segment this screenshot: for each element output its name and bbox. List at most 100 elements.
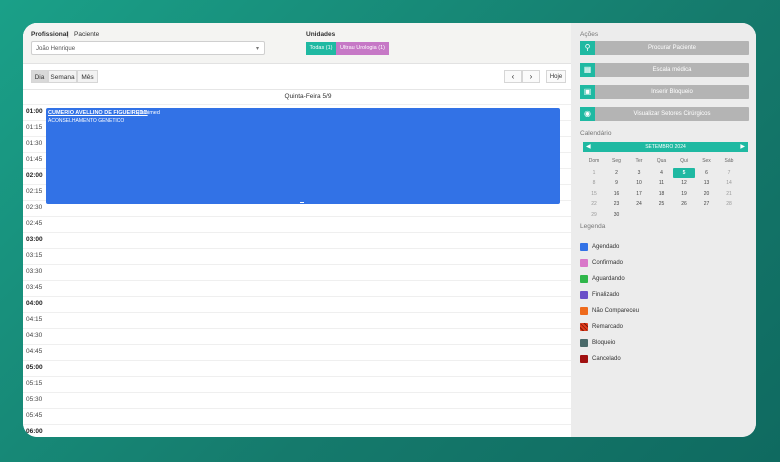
calendar-day[interactable]: 15 <box>583 189 605 199</box>
time-label: 04:15 <box>26 316 43 323</box>
view-week-button[interactable]: Semana <box>48 70 77 83</box>
prev-button[interactable]: ‹ <box>504 70 522 83</box>
time-label: 04:00 <box>26 300 43 307</box>
calendar-day[interactable]: 26 <box>673 199 695 209</box>
next-month-icon[interactable]: ▶ <box>740 142 745 152</box>
calendar-day[interactable]: 22 <box>583 199 605 209</box>
view-month-button[interactable]: Mês <box>77 70 98 83</box>
weekday-label: Qua <box>656 158 667 164</box>
surgical-sectors-button[interactable]: ◉ Visualizar Setores Cirúrgicos <box>580 107 749 121</box>
calendar-day[interactable]: 14 <box>718 178 740 188</box>
schedule-panel: Profissional | Paciente João Henrique ▾ … <box>23 23 571 437</box>
calendar-day[interactable]: 12 <box>673 178 695 188</box>
calendar-day[interactable]: 2 <box>606 168 628 178</box>
insert-block-label: Inserir Bloqueio <box>651 89 693 95</box>
time-slot[interactable]: 04:15 <box>23 312 571 328</box>
time-label: 03:15 <box>26 252 43 259</box>
calendar-day[interactable]: 27 <box>696 199 718 209</box>
view-toolbar: Dia Semana Mês ‹ › Hoje <box>23 67 571 89</box>
calendar-day[interactable]: 19 <box>673 189 695 199</box>
calendar-day[interactable]: 24 <box>628 199 650 209</box>
legend-label: Confirmado <box>592 260 624 266</box>
event-insurance: | Unimed <box>138 110 160 116</box>
calendar-day[interactable]: 6 <box>696 168 718 178</box>
time-slot[interactable]: 04:45 <box>23 344 571 360</box>
calendar-day[interactable]: 13 <box>696 178 718 188</box>
time-slot[interactable]: 05:45 <box>23 408 571 424</box>
time-label: 01:00 <box>26 108 43 115</box>
calendar-day[interactable]: 10 <box>628 178 650 188</box>
time-label: 03:30 <box>26 268 43 275</box>
legend-swatch <box>580 275 588 283</box>
time-label: 01:30 <box>26 140 43 147</box>
time-slot[interactable]: 03:45 <box>23 280 571 296</box>
time-slot[interactable]: 03:15 <box>23 248 571 264</box>
time-label: 04:45 <box>26 348 43 355</box>
calendar-day[interactable]: 21 <box>718 189 740 199</box>
time-slot[interactable]: 06:00 <box>23 424 571 437</box>
unit-urologia-button[interactable]: Ultrau Urologia (1) <box>336 42 389 55</box>
insert-block-button[interactable]: ▣ Inserir Bloqueio <box>580 85 749 99</box>
time-label: 01:15 <box>26 124 43 131</box>
calendar-day[interactable]: 17 <box>628 189 650 199</box>
time-slot[interactable]: 03:00 <box>23 232 571 248</box>
unit-all-button[interactable]: Todas (1) <box>306 42 336 55</box>
calendar-day[interactable]: 5 <box>673 167 695 178</box>
weekday-label: Sáb <box>724 158 734 164</box>
lock-icon: ▣ <box>580 85 595 99</box>
time-slot[interactable]: 03:30 <box>23 264 571 280</box>
calendar-day[interactable]: 8 <box>583 178 605 188</box>
legend-swatch <box>580 291 588 299</box>
tab-separator: | <box>67 31 69 38</box>
day-calendar: Quinta-Feira 5/9 01:00 01:15 01:30 01:45 02:… <box>23 89 571 437</box>
time-label: 02:30 <box>26 204 43 211</box>
legend-label: Não Compareceu <box>592 308 640 314</box>
filter-bar: Profissional | Paciente João Henrique ▾ … <box>23 23 571 64</box>
calendar-day[interactable]: 3 <box>628 168 650 178</box>
calendar-day[interactable]: 20 <box>696 189 718 199</box>
calendar-day[interactable]: 29 <box>583 210 605 220</box>
calendar-day[interactable]: 18 <box>651 189 673 199</box>
calendar-day[interactable]: 4 <box>651 168 673 178</box>
time-slot[interactable]: 04:00 <box>23 296 571 312</box>
time-label: 02:15 <box>26 188 43 195</box>
calendar-day[interactable]: 23 <box>606 199 628 209</box>
professional-select[interactable]: João Henrique ▾ <box>31 41 265 55</box>
calendar-day[interactable]: 30 <box>606 210 628 220</box>
sidebar: Ações ⚲ Procurar Paciente ▦ Escala médic… <box>571 23 756 437</box>
calendar-day[interactable]: 25 <box>651 199 673 209</box>
time-label: 03:00 <box>26 236 43 243</box>
time-slot[interactable]: 04:30 <box>23 328 571 344</box>
weekday-label: Ter <box>635 158 643 164</box>
calendar-day[interactable]: 1 <box>583 168 605 178</box>
event-patient[interactable]: CUMERIO AVELLINO DE FIGUEIREDO <box>48 110 148 116</box>
view-day-button[interactable]: Dia <box>31 70 48 83</box>
profissional-tab[interactable]: Profissional <box>31 31 68 38</box>
calendar-title: Calendário <box>580 130 612 137</box>
prev-month-icon[interactable]: ◀ <box>586 142 591 152</box>
legend-label: Agendado <box>592 244 620 250</box>
calendar-day[interactable]: 9 <box>606 178 628 188</box>
calendar-day[interactable]: 28 <box>718 199 740 209</box>
legend-swatch <box>580 339 588 347</box>
medical-scale-button[interactable]: ▦ Escala médica <box>580 63 749 77</box>
time-slot[interactable]: 05:00 <box>23 360 571 376</box>
appointment-event[interactable]: CUMERIO AVELLINO DE FIGUEIREDO | Unimed … <box>46 108 560 204</box>
today-button[interactable]: Hoje <box>546 70 566 83</box>
time-slot[interactable]: 02:45 <box>23 216 571 232</box>
time-label: 05:15 <box>26 380 43 387</box>
calendar-day[interactable]: 16 <box>606 189 628 199</box>
time-label: 04:30 <box>26 332 43 339</box>
paciente-tab[interactable]: Paciente <box>74 31 99 38</box>
search-patient-button[interactable]: ⚲ Procurar Paciente <box>580 41 749 55</box>
calendar-day[interactable]: 11 <box>651 178 673 188</box>
next-button[interactable]: › <box>522 70 540 83</box>
time-slot[interactable]: 05:15 <box>23 376 571 392</box>
weekday-label: Seg <box>612 158 621 164</box>
mini-calendar-header: ◀ SETEMBRO 2024 ▶ <box>583 142 748 152</box>
calendar-day[interactable]: 7 <box>718 168 740 178</box>
time-slot[interactable]: 05:30 <box>23 392 571 408</box>
time-label: 03:45 <box>26 284 43 291</box>
legend-label: Aguardando <box>592 276 625 282</box>
event-resize-handle[interactable] <box>300 202 304 203</box>
